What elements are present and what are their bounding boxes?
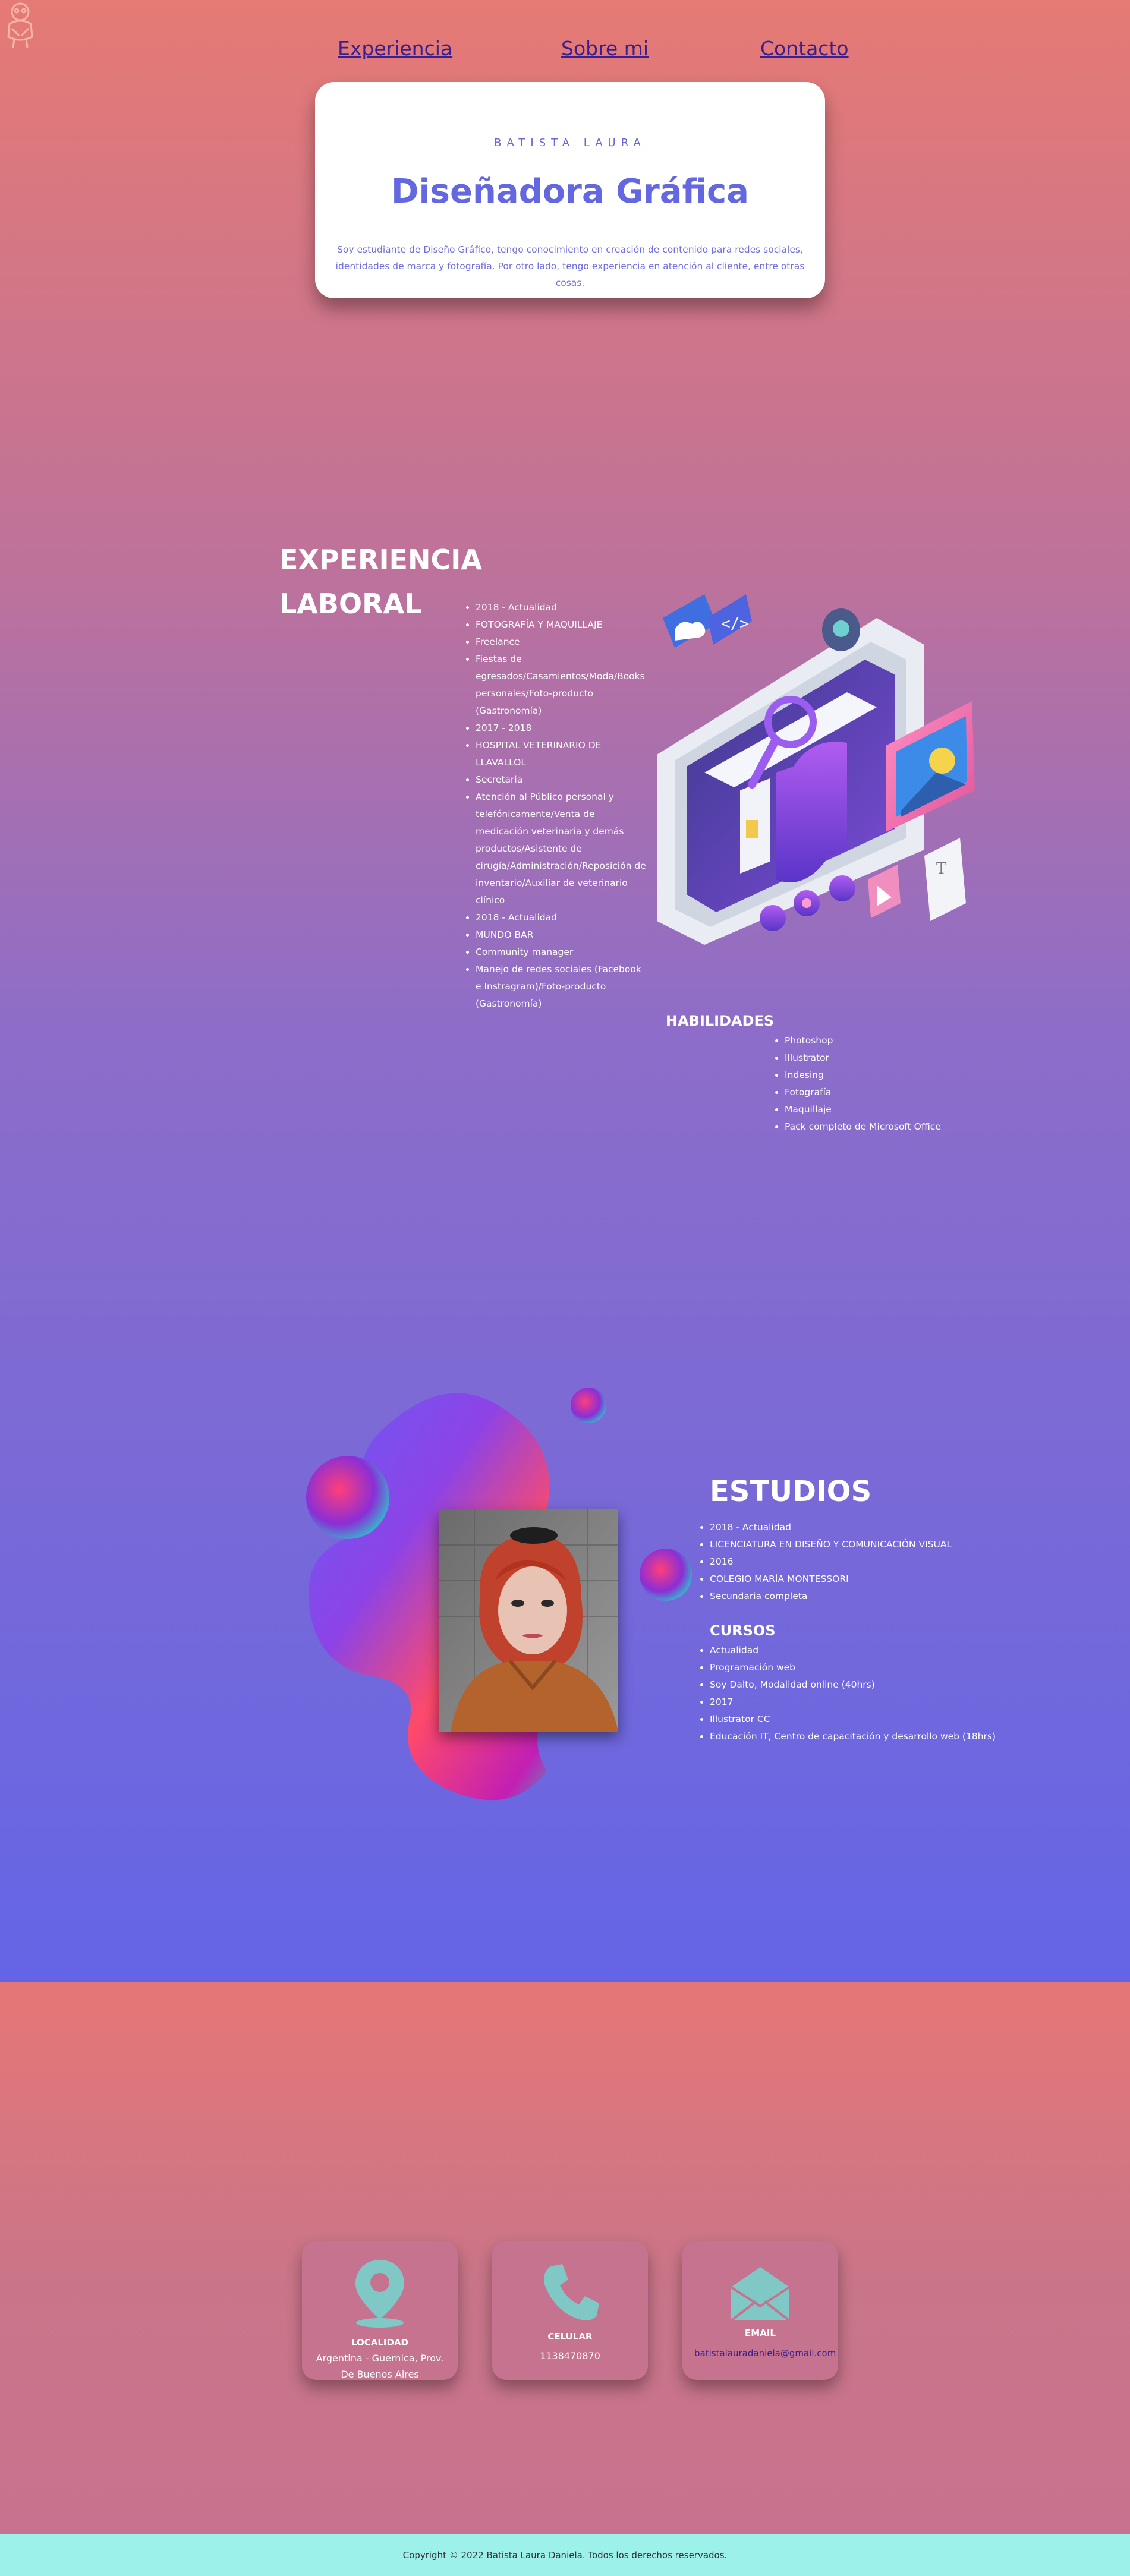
contact-card-phone: CELULAR 1138470870: [492, 2241, 648, 2380]
email-link[interactable]: batistalauradaniela@gmail.com: [694, 2345, 836, 2361]
list-item: MUNDO BAR: [476, 926, 648, 944]
courses-list: Actualidad Programación web Soy Dalto, M…: [710, 1642, 1043, 1745]
list-item: Secretaria: [476, 771, 648, 789]
list-item: Programación web: [710, 1659, 1043, 1676]
footer: Copyright © 2022 Batista Laura Daniela. …: [0, 2534, 1130, 2576]
location-pin-icon: [302, 2257, 458, 2329]
list-item: Photoshop: [785, 1032, 1011, 1049]
list-item: Illustrator: [785, 1049, 1011, 1067]
envelope-icon: [682, 2257, 838, 2329]
list-item: Pack completo de Microsoft Office: [785, 1118, 1011, 1136]
list-item: Fotografía: [785, 1084, 1011, 1101]
nav-link-sobre-mi[interactable]: Sobre mi: [561, 37, 649, 60]
list-item: Indesing: [785, 1067, 1011, 1084]
contact-card-email: EMAIL batistalauradaniela@gmail.com: [682, 2241, 838, 2380]
list-item: 2017: [710, 1694, 1043, 1711]
list-item: Soy Dalto, Modalidad online (40hrs): [710, 1676, 1043, 1694]
copyright-text: Copyright © 2022 Batista Laura Daniela. …: [402, 2550, 728, 2561]
list-item: Manejo de redes sociales (Facebook e Ins…: [476, 961, 648, 1013]
contact-card-location: LOCALIDAD Argentina - Guernica, Prov. De…: [302, 2241, 458, 2380]
list-item: Educación IT, Centro de capacitación y d…: [710, 1728, 1043, 1745]
intro-text: Soy estudiante de Diseño Gráfico, tengo …: [335, 244, 805, 288]
list-item: Illustrator CC: [710, 1711, 1043, 1728]
list-item: 2018 - Actualidad: [476, 909, 648, 926]
list-item: 2016: [710, 1553, 1043, 1571]
list-item: Maquillaje: [785, 1101, 1011, 1118]
phone-value: 1138470870: [540, 2350, 600, 2361]
nav-link-contacto[interactable]: Contacto: [760, 37, 849, 60]
list-item: 2018 - Actualidad: [476, 599, 648, 616]
intro-name: BATISTA LAURA: [494, 137, 646, 149]
list-item: HOSPITAL VETERINARIO DE LLAVALLOL: [476, 737, 648, 771]
svg-text:</>: </>: [721, 615, 749, 633]
list-item: Freelance: [476, 633, 648, 651]
list-item: COLEGIO MARÍA MONTESSORI: [710, 1571, 1043, 1588]
intro-card: BATISTA LAURA Diseñadora Gráfica Soy est…: [315, 82, 825, 298]
studies-list: 2018 - Actualidad LICENCIATURA EN DISEÑO…: [710, 1519, 1043, 1605]
phone-icon: [492, 2257, 648, 2329]
list-item: Fiestas de egresados/Casamientos/Moda/Bo…: [476, 651, 648, 720]
studies-title: ESTUDIOS: [710, 1475, 872, 1508]
skills-list: Photoshop Illustrator Indesing Fotografí…: [785, 1032, 1011, 1136]
location-title: LOCALIDAD: [351, 2337, 409, 2348]
phone-title: CELULAR: [547, 2331, 593, 2342]
experience-title: EXPERIENCIA LABORAL: [279, 544, 482, 620]
email-title: EMAIL: [745, 2328, 776, 2338]
list-item: 2018 - Actualidad: [710, 1519, 1043, 1536]
list-item: Community manager: [476, 944, 648, 961]
experience-list: 2018 - Actualidad FOTOGRAFÍA Y MAQUILLAJ…: [476, 599, 648, 1013]
logo-icon[interactable]: [1, 0, 39, 50]
list-item: Atención al Público personal y telefónic…: [476, 789, 648, 909]
nav-link-experiencia[interactable]: Experiencia: [338, 37, 452, 60]
list-item: LICENCIATURA EN DISEÑO Y COMUNICACIÓN VI…: [710, 1536, 1043, 1553]
list-item: FOTOGRAFÍA Y MAQUILLAJE: [476, 616, 648, 633]
skills-title: HABILIDADES: [666, 1013, 775, 1029]
list-item: Actualidad: [710, 1642, 1043, 1659]
location-value: Argentina - Guernica, Prov. De Buenos Ai…: [316, 2353, 444, 2380]
intro-title: Diseñadora Gráfica: [391, 172, 749, 211]
list-item: Secundaria completa: [710, 1588, 1043, 1605]
profile-photo: [439, 1509, 618, 1732]
courses-title: CURSOS: [710, 1622, 776, 1639]
list-item: 2017 - 2018: [476, 720, 648, 737]
svg-text:T: T: [936, 860, 947, 878]
web-design-illustration: </> T: [657, 594, 975, 945]
